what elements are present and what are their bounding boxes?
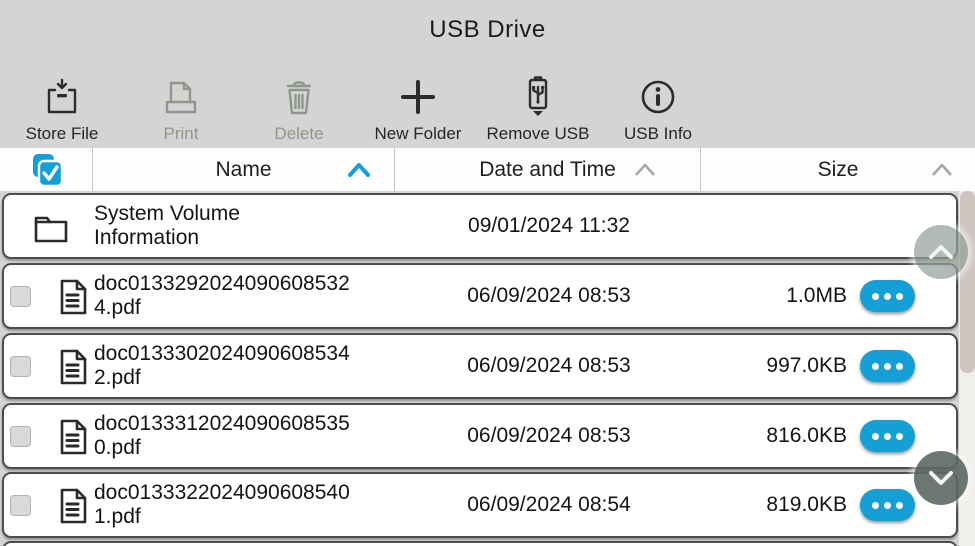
column-header-name[interactable]: Name [92, 148, 394, 191]
table-row-file[interactable]: doc01332920240906085324.pdf 06/09/2024 0… [2, 263, 958, 329]
table-row-file[interactable]: doc01333120240906085350.pdf 06/09/2024 0… [2, 403, 958, 469]
usb-info-button[interactable]: USB Info [610, 68, 706, 144]
table-row-file[interactable]: doc01333020240906085342.pdf 06/09/2024 0… [2, 333, 958, 399]
page-title: USB Drive [429, 16, 546, 44]
file-actions-button[interactable] [860, 350, 915, 382]
print-icon [160, 74, 202, 122]
remove-usb-label: Remove USB [487, 124, 590, 144]
file-size: 997.0KB [664, 354, 847, 378]
select-all-button[interactable] [0, 148, 92, 191]
new-folder-button[interactable]: New Folder [360, 68, 476, 144]
file-actions-button[interactable] [860, 489, 915, 521]
file-size: 819.0KB [664, 493, 847, 517]
sort-asc-icon-active [346, 161, 372, 178]
document-icon [57, 348, 89, 391]
folder-datetime: 09/01/2024 11:32 [396, 214, 702, 238]
usb-info-label: USB Info [624, 124, 692, 144]
row-checkbox[interactable] [10, 426, 31, 447]
remove-usb-button[interactable]: Remove USB [478, 68, 598, 144]
remove-usb-icon [517, 74, 559, 122]
store-file-button[interactable]: Store File [10, 68, 114, 144]
column-header-size[interactable]: Size [700, 148, 975, 191]
titlebar: USB Drive [0, 0, 975, 56]
ellipsis-icon [872, 363, 879, 370]
select-all-icon [26, 151, 66, 189]
scroll-down-button[interactable] [914, 451, 968, 505]
scrollbar-thumb[interactable] [960, 191, 975, 373]
file-datetime: 06/09/2024 08:53 [396, 354, 702, 378]
row-checkbox[interactable] [10, 495, 31, 516]
file-datetime: 06/09/2024 08:53 [396, 284, 702, 308]
ellipsis-icon [872, 433, 879, 440]
table-row-partial[interactable] [2, 541, 958, 546]
table-row-file[interactable]: doc01333220240906085401.pdf 06/09/2024 0… [2, 472, 958, 538]
column-label-name: Name [215, 158, 271, 182]
toolbar: Store File Print Delete [0, 62, 975, 146]
store-file-icon [41, 74, 83, 122]
store-file-label: Store File [26, 124, 99, 144]
column-label-date: Date and Time [479, 158, 616, 182]
sort-asc-icon [929, 161, 955, 178]
chevron-down-icon [925, 468, 957, 488]
file-actions-button[interactable] [860, 420, 915, 452]
usb-drive-screen: USB Drive Store File Print [0, 0, 975, 546]
table-row-folder[interactable]: System Volume Information 09/01/2024 11:… [2, 193, 958, 259]
file-datetime: 06/09/2024 08:54 [396, 493, 702, 517]
row-checkbox[interactable] [10, 286, 31, 307]
delete-icon [278, 74, 320, 122]
ellipsis-icon [872, 293, 879, 300]
print-button[interactable]: Print [133, 68, 229, 144]
new-folder-plus-icon [397, 74, 439, 122]
file-name: doc01333220240906085401.pdf [94, 481, 362, 529]
chevron-up-icon [925, 242, 957, 262]
folder-icon [32, 211, 70, 250]
file-size: 1.0MB [664, 284, 847, 308]
document-icon [57, 278, 89, 321]
usb-info-icon [637, 74, 679, 122]
scroll-up-button[interactable] [914, 225, 968, 279]
column-label-size: Size [818, 158, 859, 182]
file-datetime: 06/09/2024 08:53 [396, 424, 702, 448]
file-actions-button[interactable] [860, 280, 915, 312]
print-label: Print [164, 124, 199, 144]
new-folder-label: New Folder [375, 124, 462, 144]
file-name: doc01333120240906085350.pdf [94, 412, 362, 460]
row-checkbox[interactable] [10, 356, 31, 377]
file-name: doc01332920240906085324.pdf [94, 272, 362, 320]
delete-label: Delete [274, 124, 323, 144]
file-name: doc01333020240906085342.pdf [94, 342, 362, 390]
document-icon [57, 487, 89, 530]
folder-name: System Volume Information [94, 202, 294, 250]
ellipsis-icon [872, 502, 879, 509]
file-size: 816.0KB [664, 424, 847, 448]
table-header: Name Date and Time Size [0, 148, 975, 191]
delete-button[interactable]: Delete [250, 68, 348, 144]
document-icon [57, 418, 89, 461]
column-header-date[interactable]: Date and Time [394, 148, 700, 191]
sort-asc-icon [632, 161, 658, 178]
